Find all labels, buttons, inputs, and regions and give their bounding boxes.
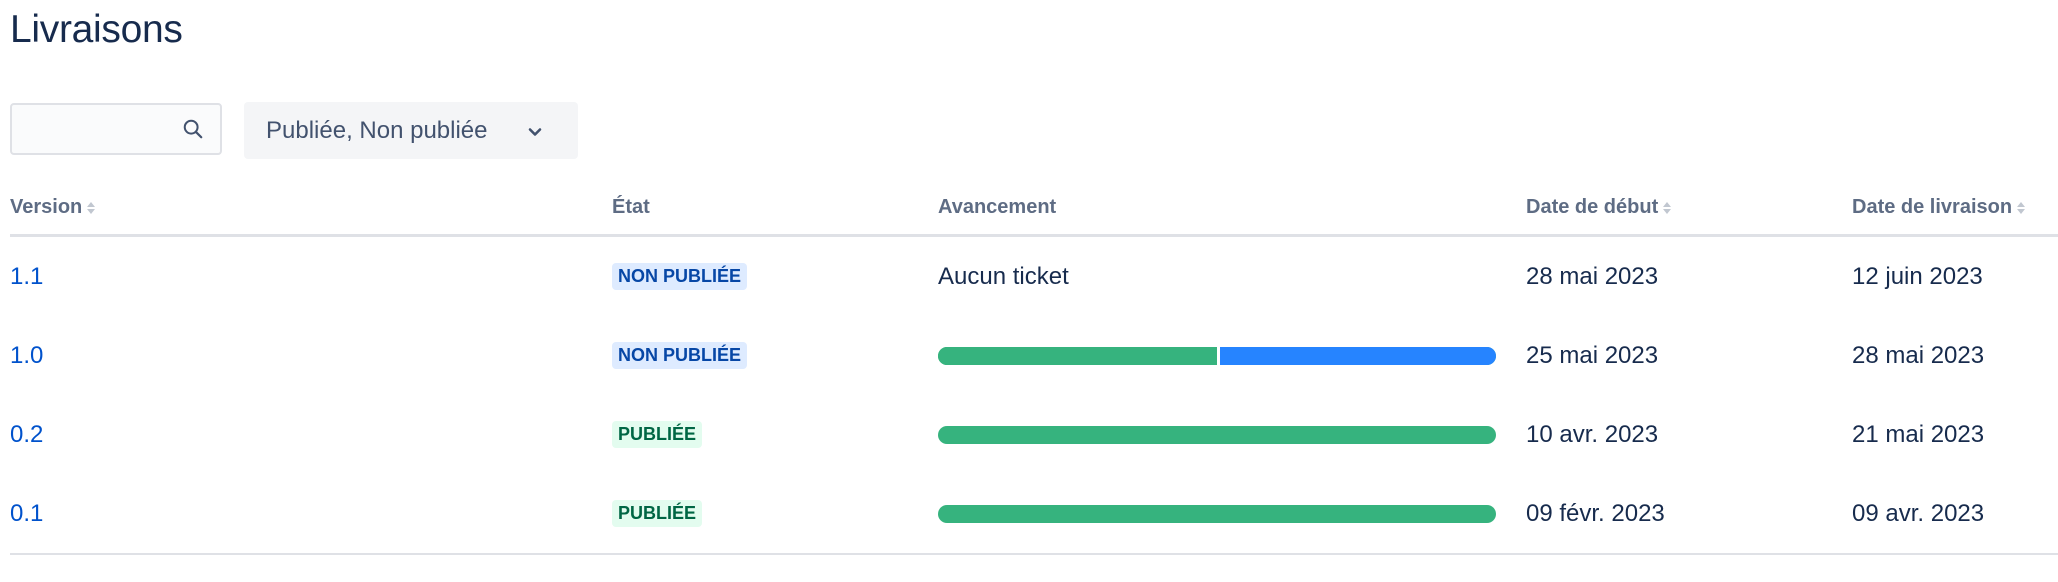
table-body: 1.1 NON PUBLIÉE Aucun ticket 28 mai 2023… <box>10 237 2058 555</box>
column-header-progress: Avancement <box>938 196 1056 219</box>
version-cell: 1.1 <box>10 237 43 316</box>
sort-icon <box>1663 201 1672 215</box>
status-filter-label: Publiée, Non publiée <box>266 117 488 144</box>
progress-done-segment <box>938 425 1496 444</box>
progress-text: Aucun ticket <box>938 262 1069 290</box>
progress-done-segment <box>938 346 1217 365</box>
start-date-cell: 10 avr. 2023 <box>1526 420 1659 448</box>
table-row: 1.0 NON PUBLIÉE 25 mai 2023 28 mai 2023 <box>10 316 2058 395</box>
progress-bar[interactable] <box>938 504 1496 523</box>
version-cell: 0.2 <box>10 395 43 474</box>
status-cell: PUBLIÉE <box>612 474 703 553</box>
column-header-status: État <box>612 196 650 219</box>
version-link[interactable]: 0.2 <box>10 421 43 449</box>
progress-cell <box>938 395 1496 474</box>
column-header-version[interactable]: Version <box>10 196 96 219</box>
version-link[interactable]: 1.0 <box>10 342 43 370</box>
release-date-cell: 12 juin 2023 <box>1852 262 1983 290</box>
page-title: Livraisons <box>10 8 183 51</box>
progress-cell <box>938 316 1496 395</box>
progress-cell <box>938 474 1496 553</box>
column-header-label: Version <box>10 196 83 218</box>
progress-done-segment <box>938 504 1496 523</box>
version-cell: 0.1 <box>10 474 43 553</box>
column-header-release-date[interactable]: Date de livraison <box>1852 196 2026 219</box>
search-input[interactable] <box>20 105 184 155</box>
table-row: 0.2 PUBLIÉE 10 avr. 2023 21 mai 2023 <box>10 395 2058 474</box>
release-date-cell: 28 mai 2023 <box>1852 341 1985 369</box>
status-filter-dropdown[interactable]: Publiée, Non publiée <box>244 102 578 159</box>
table-header: Version État Avancement Date de début Da… <box>10 190 2058 237</box>
version-cell: 1.0 <box>10 316 43 395</box>
status-badge: NON PUBLIÉE <box>612 263 748 290</box>
chevron-down-icon <box>528 128 542 136</box>
search-icon <box>183 119 203 139</box>
status-badge: NON PUBLIÉE <box>612 342 748 369</box>
status-badge: PUBLIÉE <box>612 421 703 448</box>
progress-bar[interactable] <box>938 346 1496 365</box>
progress-cell: Aucun ticket <box>938 237 1069 316</box>
release-date-cell: 21 mai 2023 <box>1852 420 1985 448</box>
column-header-label: Date de début <box>1526 196 1659 218</box>
progress-in-progress-segment <box>1220 346 1496 365</box>
table-row: 0.1 PUBLIÉE 09 févr. 2023 09 avr. 2023 <box>10 474 2058 553</box>
releases-table: Version État Avancement Date de début Da… <box>10 190 2058 555</box>
start-date-cell: 25 mai 2023 <box>1526 341 1659 369</box>
status-cell: PUBLIÉE <box>612 395 703 474</box>
start-date-cell: 09 févr. 2023 <box>1526 499 1665 527</box>
sort-icon <box>2017 201 2026 215</box>
release-date-cell: 09 avr. 2023 <box>1852 499 1985 527</box>
sort-icon <box>87 201 96 215</box>
table-row: 1.1 NON PUBLIÉE Aucun ticket 28 mai 2023… <box>10 237 2058 316</box>
column-header-label: Date de livraison <box>1852 196 2013 218</box>
status-badge: PUBLIÉE <box>612 500 703 527</box>
status-cell: NON PUBLIÉE <box>612 316 748 395</box>
version-link[interactable]: 1.1 <box>10 263 43 291</box>
version-link[interactable]: 0.1 <box>10 500 43 528</box>
status-cell: NON PUBLIÉE <box>612 237 748 316</box>
column-header-start-date[interactable]: Date de début <box>1526 196 1672 219</box>
column-header-label: Avancement <box>938 196 1057 218</box>
search-box[interactable] <box>10 103 222 155</box>
start-date-cell: 28 mai 2023 <box>1526 262 1659 290</box>
column-header-label: État <box>612 196 650 218</box>
progress-bar[interactable] <box>938 425 1496 444</box>
